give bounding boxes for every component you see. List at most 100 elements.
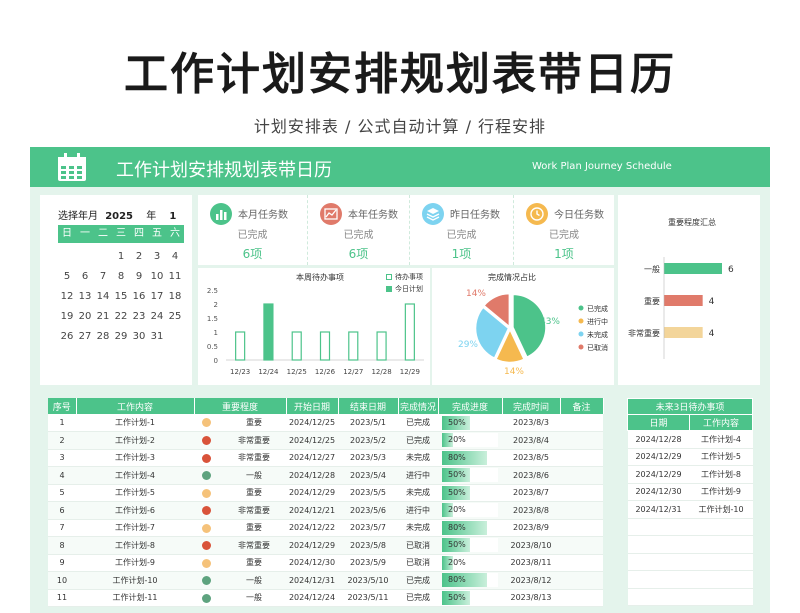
year-select[interactable]: 2025: [105, 211, 133, 222]
weekly-todo-chart: 本周待办事项 待办事项 今日计划 0 0.5 1 1.5 2 2.5 12/23 12/24 1…: [198, 268, 430, 385]
table-row[interactable]: 8 工作计划-8 非常重要 2024/12/29 2023/5/8 已取消 50% 2023/…: [48, 536, 603, 555]
upcoming-row[interactable]: [627, 553, 753, 571]
cell-progress: 50%: [438, 589, 502, 607]
stack-icon: [422, 203, 444, 225]
upcoming-date: 2024/12/28: [627, 430, 690, 449]
calendar-day[interactable]: 12: [58, 287, 76, 307]
importance-value: 6: [728, 265, 734, 275]
upcoming-row[interactable]: 2024/12/29 工作计划-8: [627, 465, 753, 484]
calendar-day[interactable]: 29: [112, 327, 130, 347]
cell-importance: 重要: [194, 519, 286, 537]
calendar-day[interactable]: 17: [148, 287, 166, 307]
bar-chart-icon: [210, 203, 232, 225]
table-row[interactable]: 3 工作计划-3 非常重要 2024/12/27 2023/5/3 未完成 80% 2023/…: [48, 449, 603, 467]
progress-label: 50%: [448, 540, 466, 550]
calendar-day[interactable]: [58, 347, 76, 367]
cell-start: 2024/12/28: [286, 466, 338, 485]
calendar-day[interactable]: 9: [130, 267, 148, 287]
table-row[interactable]: 9 工作计划-9 重要 2024/12/30 2023/5/9 已取消 20% 2023/8/…: [48, 554, 603, 572]
y-tick-label: 1.5: [207, 315, 218, 323]
calendar-day[interactable]: 19: [58, 307, 76, 327]
calendar-day[interactable]: [166, 327, 184, 347]
upcoming-row[interactable]: [627, 570, 753, 589]
calendar-day[interactable]: 6: [76, 267, 94, 287]
calendar-day[interactable]: 11: [166, 267, 184, 287]
calendar-day[interactable]: 15: [112, 287, 130, 307]
progress-label: 80%: [448, 575, 466, 585]
calendar-day[interactable]: 2: [130, 247, 148, 267]
table-row[interactable]: 10 工作计划-10 一般 2024/12/31 2023/5/10 已完成 80% 2023…: [48, 571, 603, 590]
calendar-day[interactable]: 30: [130, 327, 148, 347]
stat-done-label: 已完成: [343, 230, 374, 241]
progress-label: 80%: [448, 522, 466, 532]
upcoming-row[interactable]: [627, 535, 753, 554]
weekly-bar: [348, 331, 359, 361]
upcoming-row[interactable]: [627, 588, 753, 606]
weekly-bar: [319, 331, 331, 361]
table-row[interactable]: 1 工作计划-1 重要 2024/12/25 2023/5/1 已完成 50% 2023/8/…: [48, 414, 603, 432]
calendar-day[interactable]: 16: [130, 287, 148, 307]
calendar-day[interactable]: [58, 247, 76, 267]
progress-label: 20%: [448, 505, 466, 515]
upcoming-task: [689, 535, 753, 554]
cell-task: 工作计划-8: [76, 536, 194, 555]
table-row[interactable]: 2 工作计划-2 非常重要 2024/12/25 2023/5/2 已完成 20% 2023/…: [48, 431, 603, 450]
calendar-day[interactable]: 20: [76, 307, 94, 327]
upcoming-row[interactable]: [627, 518, 753, 536]
calendar-day[interactable]: [76, 247, 94, 267]
cell-finish: 2023/8/8: [502, 501, 560, 520]
table-row[interactable]: 7 工作计划-7 重要 2024/12/22 2023/5/7 未完成 80% 2023/8/…: [48, 519, 603, 537]
calendar-day[interactable]: 10: [148, 267, 166, 287]
weekday-label: 五: [152, 228, 162, 239]
stat-done-label: 已完成: [549, 230, 579, 241]
calendar-day[interactable]: 7: [94, 267, 112, 287]
table-row[interactable]: 4 工作计划-4 一般 2024/12/28 2023/5/4 进行中 50% 2023/8/…: [48, 466, 603, 485]
table-row[interactable]: 11 工作计划-11 一般 2024/12/24 2023/5/11 已完成 50% 2023…: [48, 589, 603, 607]
y-tick-label: 2: [214, 301, 218, 309]
table-row[interactable]: 5 工作计划-5 重要 2024/12/29 2023/5/5 未完成 50% 2023/8/…: [48, 484, 603, 502]
calendar-day[interactable]: [94, 247, 112, 267]
calendar-day[interactable]: 18: [166, 287, 184, 307]
upcoming-row[interactable]: 2024/12/29 工作计划-5: [627, 448, 753, 466]
importance-value: 4: [709, 329, 715, 339]
upcoming-task: 工作计划-4: [689, 430, 753, 449]
status-pie-chart: 完成情况占比 43% 已完成 14% 进行中 29% 未完成 14% 已取消: [432, 268, 614, 385]
progress-bar: 20%: [442, 555, 498, 570]
cell-importance: 非常重要: [194, 536, 286, 555]
calendar-day[interactable]: 4: [166, 247, 184, 267]
pie-legend-dot: [578, 305, 584, 311]
calendar-day[interactable]: 13: [76, 287, 94, 307]
calendar-day[interactable]: 26: [58, 327, 76, 347]
calendar-day[interactable]: 25: [166, 307, 184, 327]
calendar-grid: 1 2 3 4 5 6 7 8 9 10 11 12 13 14 15 16 17 18 19 20 21 22 23 24 2…: [58, 247, 184, 367]
calendar-day[interactable]: 22: [112, 307, 130, 327]
calendar-day[interactable]: 31: [148, 327, 166, 347]
upcoming-row[interactable]: 2024/12/30 工作计划-9: [627, 483, 753, 501]
x-tick-label: 12/27: [343, 368, 363, 376]
calendar-day[interactable]: 28: [94, 327, 112, 347]
month-select[interactable]: 1: [169, 211, 176, 222]
calendar-day[interactable]: 14: [94, 287, 112, 307]
calendar-day[interactable]: 3: [148, 247, 166, 267]
table-row[interactable]: 6 工作计划-6 非常重要 2024/12/21 2023/5/6 进行中 20% 2023/…: [48, 501, 603, 520]
calendar-day[interactable]: 23: [130, 307, 148, 327]
cell-start: 2024/12/22: [286, 519, 338, 537]
year-unit: 年: [146, 211, 157, 222]
cell-no: 4: [48, 466, 76, 485]
calendar-day[interactable]: 8: [112, 267, 130, 287]
cell-progress: 80%: [438, 449, 502, 467]
upcoming-row[interactable]: 2024/12/31 工作计划-10: [627, 500, 753, 519]
cell-no: 11: [48, 589, 76, 607]
y-tick-label: 0.5: [207, 343, 218, 351]
importance-dot-icon: [202, 523, 211, 533]
weekday-label: 三: [116, 228, 126, 239]
calendar-day[interactable]: 27: [76, 327, 94, 347]
stat-card-today: 今日任务数 已完成 1项: [514, 195, 614, 265]
calendar-day[interactable]: 21: [94, 307, 112, 327]
upcoming-row[interactable]: 2024/12/28 工作计划-4: [627, 430, 753, 449]
importance-category: 一般: [644, 264, 660, 274]
pie-legend-dot: [578, 331, 584, 337]
calendar-day[interactable]: 24: [148, 307, 166, 327]
calendar-day[interactable]: 1: [112, 247, 130, 267]
calendar-day[interactable]: 5: [58, 267, 76, 287]
